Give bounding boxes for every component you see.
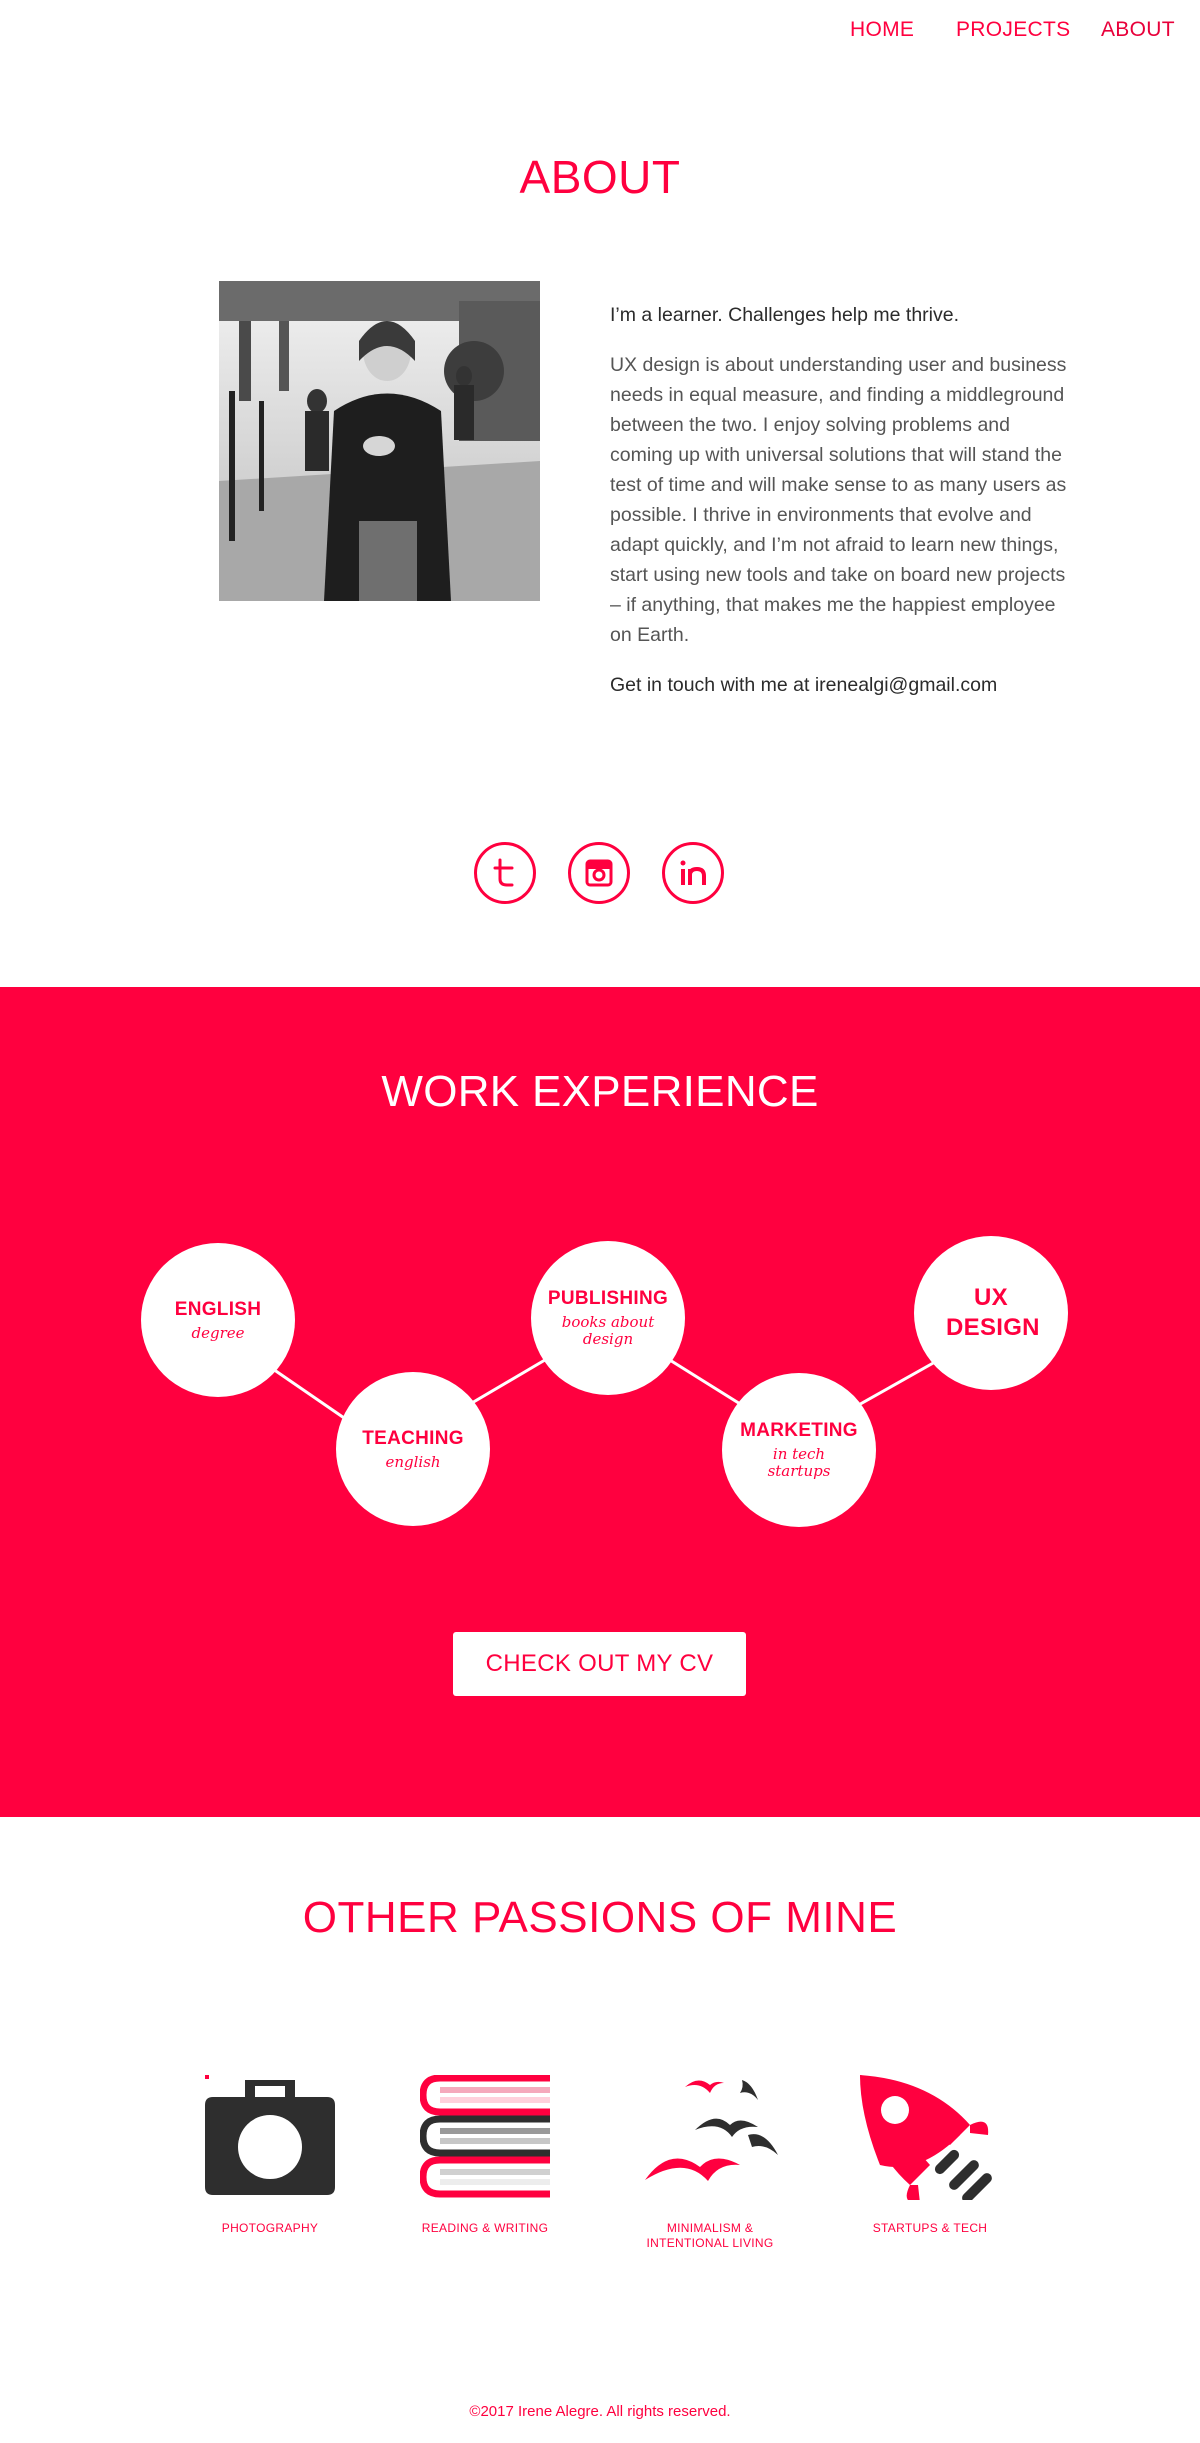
passion-startups-tech: STARTUPS & TECH [850, 2075, 1010, 2236]
nav-home-link[interactable]: HOME [850, 18, 914, 42]
work-experience-section: WORK EXPERIENCE ENGLISH degree TEACHING … [0, 987, 1200, 1817]
passion-label: STARTUPS & TECH [872, 2221, 988, 2235]
node-title: TEACHING [362, 1427, 464, 1449]
instagram-link[interactable] [568, 842, 630, 904]
node-subtitle: english [385, 1452, 441, 1471]
passion-label: PHOTOGRAPHY [221, 2221, 319, 2235]
birds-icon [645, 2080, 778, 2181]
node-title: MARKETING [740, 1420, 858, 1441]
passion-reading-writing: READING & WRITING [405, 2074, 565, 2236]
social-links [0, 842, 1200, 908]
profile-photo [219, 281, 540, 601]
node-title: PUBLISHING [547, 1288, 669, 1309]
about-bio: I’m a learner. Challenges help me thrive… [610, 300, 1070, 720]
passion-label: READING & WRITING [421, 2221, 549, 2235]
node-subtitle: books about design [561, 1313, 655, 1348]
top-nav: HOME PROJECTS ABOUT [0, 0, 1200, 64]
passion-photography: PHOTOGRAPHY [190, 2075, 350, 2236]
passion-minimalism: MINIMALISM & INTENTIONAL LIVING [630, 2075, 790, 2251]
nav-about-link[interactable]: ABOUT [1101, 18, 1175, 42]
bio-contact[interactable]: Get in touch with me at irenealgi@gmail.… [610, 670, 1070, 700]
passion-label: MINIMALISM & INTENTIONAL LIVING [646, 2221, 774, 2250]
camera-icon [205, 2075, 335, 2195]
instagram-icon [585, 859, 613, 887]
passions-title: OTHER PASSIONS OF MINE [302, 1893, 898, 1942]
timeline-node-english: ENGLISH degree [141, 1243, 295, 1397]
linkedin-icon [680, 860, 706, 885]
timeline-node-ux-design: UX DESIGN [914, 1236, 1068, 1390]
check-cv-button[interactable]: CHECK OUT MY CV [453, 1632, 746, 1696]
timeline-node-teaching: TEACHING english [336, 1372, 490, 1526]
twitter-link[interactable] [474, 842, 536, 904]
twitter-icon [493, 858, 514, 887]
node-subtitle: degree [191, 1323, 245, 1342]
node-subtitle: in tech startups [767, 1445, 831, 1480]
nav-projects-link[interactable]: PROJECTS [956, 18, 1070, 42]
footer-copyright: ©2017 Irene Alegre. All rights reserved. [469, 2403, 731, 2420]
node-title: ENGLISH [174, 1298, 262, 1320]
books-icon [419, 2074, 550, 2198]
node-title: UX DESIGN [946, 1284, 1040, 1341]
rocket-icon [860, 2075, 992, 2204]
bio-body: UX design is about understanding user an… [610, 354, 1067, 646]
bio-lead: I’m a learner. Challenges help me thrive… [610, 304, 960, 326]
linkedin-link[interactable] [662, 842, 724, 904]
timeline-node-publishing: PUBLISHING books about design [531, 1241, 685, 1395]
page-title: ABOUT [519, 151, 681, 203]
timeline-node-marketing: MARKETING in tech startups [722, 1373, 876, 1527]
